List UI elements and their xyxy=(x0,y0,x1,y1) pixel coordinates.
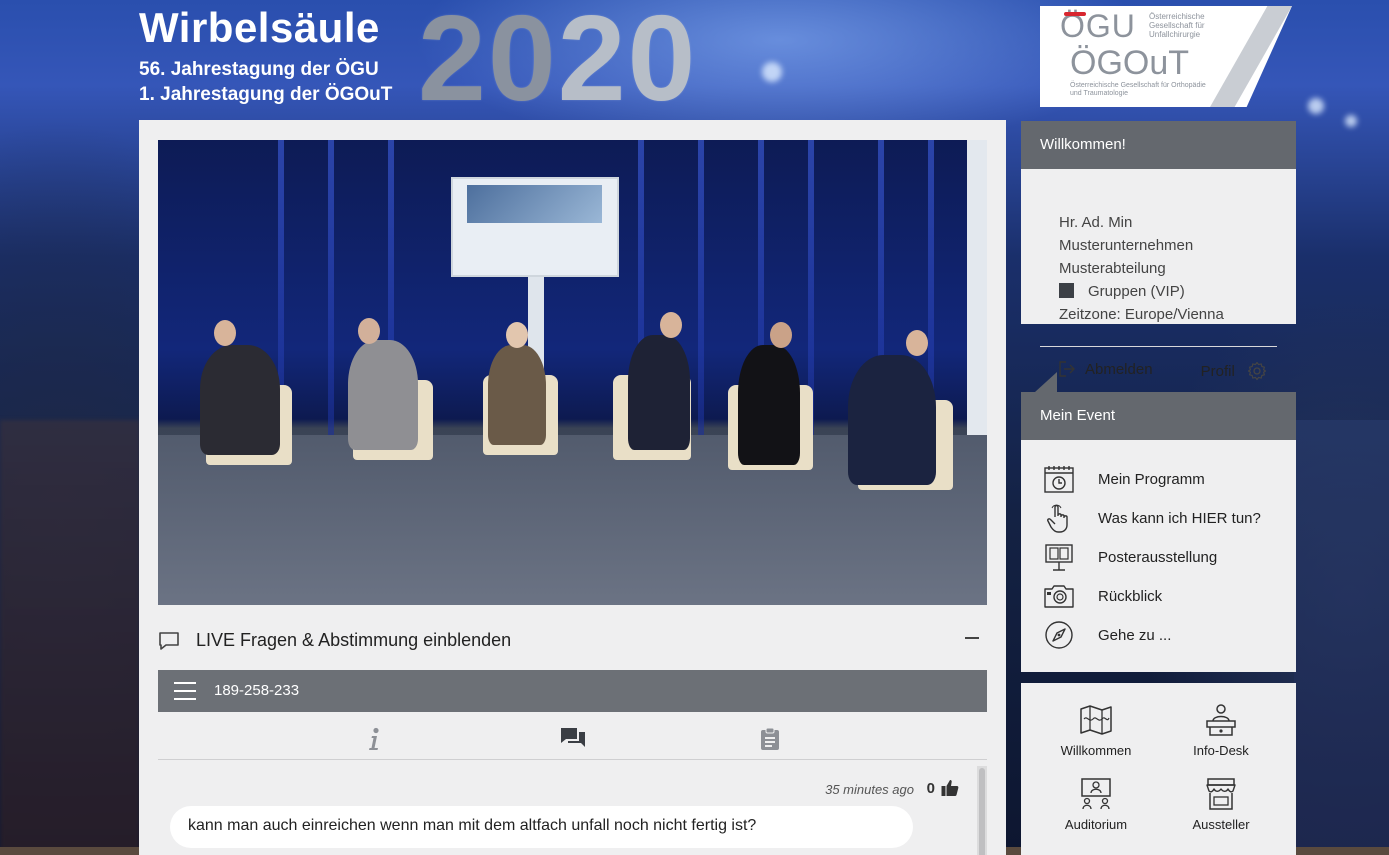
user-group: Gruppen (VIP) xyxy=(1059,282,1258,305)
user-company: Musterunternehmen xyxy=(1059,237,1194,254)
society-logo: ÖGU Österreichische Gesellschaft für Unf… xyxy=(1040,6,1292,107)
event-subtitle-ogout: 1. Jahrestagung der ÖGOuT xyxy=(139,84,393,105)
logo-ogout: ÖGOuT xyxy=(1070,44,1190,82)
menu-item-my-program[interactable]: Mein Programm xyxy=(1043,464,1293,496)
chat-message-list[interactable]: 35 minutes ago 0 kann man auch einreiche… xyxy=(158,762,987,855)
card-notch xyxy=(1035,372,1057,392)
booth-icon xyxy=(1206,778,1236,810)
hamburger-menu-icon[interactable] xyxy=(174,682,196,700)
session-code: 189-258-233 xyxy=(214,682,300,699)
nav-tile-welcome[interactable]: Willkommen xyxy=(1036,703,1156,773)
user-name: Hr. Ad. Min xyxy=(1059,214,1133,231)
calendar-clock-icon xyxy=(1044,466,1074,493)
nav-tile-info-desk[interactable]: Info-Desk xyxy=(1161,703,1281,773)
logo-ogout-text: Österreichische Gesellschaft für Orthopä… xyxy=(1070,82,1206,97)
video-stream[interactable] xyxy=(158,140,987,605)
user-timezone: Zeitzone: Europe/Vienna xyxy=(1059,306,1224,323)
message-timestamp: 35 minutes ago xyxy=(825,782,914,797)
session-toolbar: 189-258-233 xyxy=(158,670,987,712)
thumbs-up-icon[interactable] xyxy=(941,779,959,797)
interaction-tabs xyxy=(158,718,987,760)
camera-icon xyxy=(1044,585,1074,608)
event-subtitle-ogu: 56. Jahrestagung der ÖGU xyxy=(139,59,379,80)
welcome-card-title: Willkommen! xyxy=(1021,121,1296,169)
my-event-title: Mein Event xyxy=(1021,392,1296,440)
live-questions-toggle[interactable]: LIVE Fragen & Abstimmung einblenden xyxy=(158,625,987,655)
logo-ogu-text: Österreichische Gesellschaft für Unfallc… xyxy=(1149,12,1205,39)
info-icon xyxy=(369,727,379,750)
hand-pointer-icon xyxy=(1047,504,1068,533)
map-icon xyxy=(1080,705,1112,735)
logout-button[interactable]: Abmelden xyxy=(1059,361,1153,378)
logo-ogu: ÖGU xyxy=(1060,8,1136,44)
live-questions-label: LIVE Fragen & Abstimmung einblenden xyxy=(196,630,512,650)
welcome-card: Willkommen! Hr. Ad. Min Musterunternehme… xyxy=(1021,121,1296,381)
minus-icon[interactable] xyxy=(965,637,979,639)
clipboard-icon xyxy=(761,727,779,750)
profile-button[interactable]: Profil xyxy=(1201,361,1267,381)
menu-item-review[interactable]: Rückblick xyxy=(1043,581,1293,613)
event-year: 2020 xyxy=(418,0,698,126)
group-square-icon xyxy=(1059,283,1074,298)
chat-scrollbar[interactable] xyxy=(977,766,987,855)
comment-icon xyxy=(159,632,179,650)
main-panel: LIVE Fragen & Abstimmung einblenden 189-… xyxy=(139,120,1006,855)
event-title: Wirbelsäule xyxy=(139,4,380,51)
info-desk-icon xyxy=(1206,704,1236,736)
nav-tile-auditorium[interactable]: Auditorium xyxy=(1036,777,1156,847)
poster-board-icon xyxy=(1045,544,1073,571)
tab-poll[interactable] xyxy=(750,722,790,756)
chat-icon xyxy=(561,728,585,747)
my-event-card: Mein Event Mein Programm Was kann ich HI… xyxy=(1021,392,1296,672)
menu-item-poster-exhibition[interactable]: Posterausstellung xyxy=(1043,542,1293,574)
auditorium-icon xyxy=(1081,778,1111,810)
logout-icon xyxy=(1059,361,1075,377)
tab-info[interactable] xyxy=(354,722,394,756)
menu-item-what-to-do[interactable]: Was kann ich HIER tun? xyxy=(1043,503,1293,535)
user-department: Musterabteilung xyxy=(1059,260,1166,277)
compass-icon xyxy=(1045,621,1073,649)
gear-icon xyxy=(1247,361,1267,381)
menu-item-go-to[interactable]: Gehe zu ... xyxy=(1043,620,1293,652)
stage-screen xyxy=(451,177,619,277)
message-like-count: 0 xyxy=(926,780,935,797)
venue-navigation: Willkommen Info-Desk Auditorium Ausstell… xyxy=(1021,683,1296,855)
nav-tile-exhibitors[interactable]: Aussteller xyxy=(1161,777,1281,847)
chat-message: kann man auch einreichen wenn man mit de… xyxy=(170,806,913,848)
tab-chat[interactable] xyxy=(553,722,593,756)
